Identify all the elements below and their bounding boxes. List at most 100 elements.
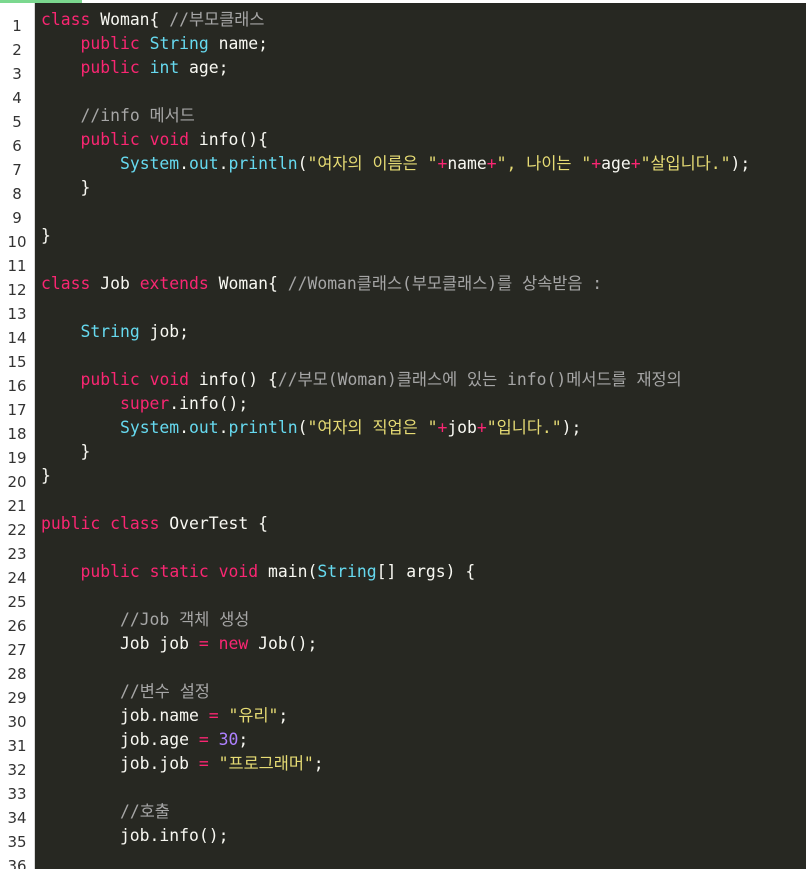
comment-token: //부모클래스 (169, 10, 265, 29)
code-line[interactable]: 20} (7, 464, 806, 491)
line-number: 24 (7, 569, 27, 587)
keyword-token: void (149, 130, 190, 149)
code-token: ; (313, 754, 324, 773)
code-line[interactable]: 24 public static void main(String[] args… (7, 560, 806, 587)
code-line[interactable]: 2 public String name; (12, 32, 806, 59)
type-token: String (149, 34, 209, 53)
code-line[interactable]: 9 (12, 200, 806, 227)
operator-token: = (198, 634, 209, 653)
code-token: . (218, 418, 229, 437)
code-token: age (601, 154, 631, 173)
code-line[interactable]: 35 job.info(); (7, 824, 806, 851)
code-token: } (41, 178, 91, 197)
code-line[interactable]: 23 (7, 536, 806, 563)
code-line[interactable]: 5 //info 메서드 (12, 104, 806, 131)
code-line[interactable]: 28 (7, 656, 806, 683)
line-number: 30 (7, 713, 27, 731)
code-line[interactable]: 8 } (12, 176, 806, 203)
code-line[interactable]: 10} (7, 224, 806, 251)
line-number: 3 (12, 65, 22, 83)
line-number: 29 (7, 689, 27, 707)
line-number: 4 (12, 89, 22, 107)
line-number: 14 (7, 329, 27, 347)
code-token: name (447, 154, 487, 173)
code-token: } (41, 442, 91, 461)
code-token: . (179, 154, 190, 173)
code-token: job.age (41, 730, 199, 749)
keyword-token: public (80, 130, 140, 149)
line-number: 1 (12, 17, 22, 35)
code-token: ( (297, 418, 308, 437)
string-token: ", 나이는 " (496, 154, 592, 173)
line-number: 13 (7, 305, 27, 323)
line-number: 25 (7, 593, 27, 611)
code-token: job.info(); (41, 826, 229, 845)
code-line[interactable]: 14 String job; (7, 320, 806, 347)
code-token: job (447, 418, 477, 437)
code-line[interactable]: 15 (7, 344, 806, 371)
code-line[interactable]: 22 public class OverTest { (7, 512, 806, 539)
comment-token: //부모(Woman)클래스에 있는 info()메서드를 재정의 (277, 370, 682, 389)
line-number: 15 (7, 353, 27, 371)
code-token: ( (297, 154, 308, 173)
code-line[interactable]: 11 (7, 248, 806, 275)
line-number: 34 (7, 809, 27, 827)
comment-token: //호출 (119, 802, 170, 821)
line-number: 2 (12, 41, 22, 59)
code-line[interactable]: 33 (7, 776, 806, 803)
code-token: ; (278, 706, 289, 725)
code-line[interactable]: 30 job.name = "유리"; (7, 704, 806, 731)
code-line[interactable]: 36 (7, 848, 806, 869)
code-line[interactable]: 25 (7, 584, 806, 611)
code-line[interactable]: 26 //Job 객체 생성 (7, 608, 806, 635)
code-line[interactable]: 1 class Woman{ //부모클래스 (12, 8, 806, 35)
line-number: 33 (7, 785, 27, 803)
code-line[interactable]: 16 public void info() {//부모(Woman)클래스에 있… (7, 368, 806, 395)
type-token: println (228, 154, 298, 173)
code-line[interactable]: 34 //호출 (7, 800, 806, 827)
line-number: 6 (12, 137, 22, 155)
code-token: job.name (41, 706, 209, 725)
code-line[interactable]: 17 super.info(); (7, 392, 806, 419)
keyword-token: class (110, 514, 160, 533)
code-line[interactable]: 6 public void info(){ (12, 128, 806, 155)
code-line[interactable]: 21 (7, 488, 806, 515)
keyword-token: void (149, 370, 190, 389)
code-line[interactable]: 29 //변수 설정 (7, 680, 806, 707)
line-number: 28 (7, 665, 27, 683)
type-token: System (119, 418, 180, 437)
code-line[interactable]: 32 job.job = "프로그래머"; (7, 752, 806, 779)
code-line[interactable]: 13 (7, 296, 806, 323)
code-line[interactable]: 18 System.out.println("여자의 직업은 "+job+"입니… (7, 416, 806, 443)
code-line[interactable]: 19 } (7, 440, 806, 467)
line-number: 5 (12, 113, 22, 131)
code-editor[interactable]: 1 class Woman{ //부모클래스 2 public String nam… (0, 3, 806, 869)
line-number: 32 (7, 761, 27, 779)
line-number: 23 (7, 545, 27, 563)
code-line[interactable]: 3 public int age; (12, 56, 806, 83)
code-line[interactable]: 7 System.out.println("여자의 이름은 "+name+", … (12, 152, 806, 179)
string-token: "유리" (228, 706, 279, 725)
code-line[interactable]: 12 class Job extends Woman{ //Woman클래스(부모… (7, 272, 806, 299)
keyword-token: public (80, 370, 140, 389)
code-token: Job(); (248, 634, 318, 653)
line-number: 18 (7, 425, 27, 443)
code-content[interactable]: 1 class Woman{ //부모클래스 2 public String nam… (7, 8, 806, 869)
line-number: 26 (7, 617, 27, 635)
operator-token: + (437, 418, 448, 437)
code-line[interactable]: 31 job.age = 30; (7, 728, 806, 755)
code-line[interactable]: 4 (12, 80, 806, 107)
keyword-token: public (80, 562, 140, 581)
line-number: 8 (12, 185, 22, 203)
code-line[interactable]: 27 Job job = new Job(); (7, 632, 806, 659)
operator-token: = (198, 730, 209, 749)
